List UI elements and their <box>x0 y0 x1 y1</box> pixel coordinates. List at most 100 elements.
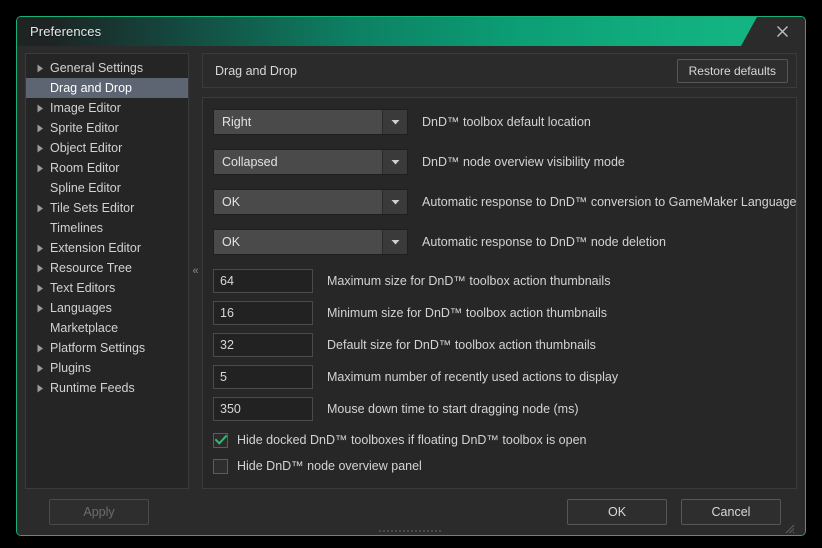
tree-item-label: Timelines <box>48 221 103 235</box>
setting-row-hide-node-overview-panel: Hide DnD™ node overview panel <box>213 455 786 477</box>
tree-item-label: Drag and Drop <box>48 81 132 95</box>
chevron-right-icon[interactable] <box>32 124 48 133</box>
resize-grip-icon[interactable] <box>783 521 795 533</box>
tree-item[interactable]: Tile Sets Editor <box>26 198 188 218</box>
setting-row-gml-conversion-response: OK Automatic response to DnD™ conversion… <box>213 189 786 215</box>
tree-item-drag-and-drop[interactable]: Drag and Drop <box>26 78 188 98</box>
input-mouse-down-time[interactable] <box>213 397 313 421</box>
tree-item-label: Plugins <box>48 361 91 375</box>
setting-row-max-thumbnail-size: Maximum size for DnD™ toolbox action thu… <box>213 269 786 293</box>
dropdown-gml-conversion-response[interactable]: OK <box>213 189 408 215</box>
dropdown-value: OK <box>214 190 382 214</box>
dropdown-toolbox-location[interactable]: Right <box>213 109 408 135</box>
setting-label: Maximum size for DnD™ toolbox action thu… <box>313 274 610 288</box>
tree-item[interactable]: Timelines <box>26 218 188 238</box>
tree-item[interactable]: General Settings <box>26 58 188 78</box>
setting-label: DnD™ node overview visibility mode <box>408 155 625 169</box>
tree-item-label: Languages <box>48 301 112 315</box>
setting-label: Default size for DnD™ toolbox action thu… <box>313 338 596 352</box>
chevron-right-icon[interactable] <box>32 244 48 253</box>
chevron-right-icon[interactable] <box>32 144 48 153</box>
collapse-sidebar-handle[interactable]: « <box>189 53 202 489</box>
chevron-right-icon[interactable] <box>32 104 48 113</box>
chevron-right-icon[interactable] <box>32 304 48 313</box>
close-button[interactable] <box>759 17 805 46</box>
tree-item-label: Runtime Feeds <box>48 381 135 395</box>
settings-category-tree[interactable]: General Settings Drag and Drop Image Edi… <box>25 53 189 489</box>
resize-dots-handle[interactable] <box>379 530 443 534</box>
chevron-down-icon[interactable] <box>382 190 407 214</box>
preferences-window: Preferences General Settings <box>16 16 806 536</box>
check-icon <box>215 435 227 445</box>
tree-item[interactable]: Object Editor <box>26 138 188 158</box>
chevron-right-icon[interactable] <box>32 164 48 173</box>
chevron-right-icon[interactable] <box>32 384 48 393</box>
setting-row-hide-docked-toolboxes: Hide docked DnD™ toolboxes if floating D… <box>213 429 786 451</box>
restore-defaults-button[interactable]: Restore defaults <box>677 59 788 83</box>
pane-header: Drag and Drop Restore defaults <box>202 53 797 88</box>
tree-item[interactable]: Runtime Feeds <box>26 378 188 398</box>
tree-item[interactable]: Spline Editor <box>26 178 188 198</box>
tree-item-label: Platform Settings <box>48 341 145 355</box>
setting-row-min-thumbnail-size: Minimum size for DnD™ toolbox action thu… <box>213 301 786 325</box>
setting-row-recent-actions-count: Maximum number of recently used actions … <box>213 365 786 389</box>
dropdown-node-deletion-response[interactable]: OK <box>213 229 408 255</box>
dialog-footer: Apply OK Cancel <box>25 489 797 535</box>
input-max-thumbnail-size[interactable] <box>213 269 313 293</box>
setting-row-node-overview-visibility: Collapsed DnD™ node overview visibility … <box>213 149 786 175</box>
setting-label: Maximum number of recently used actions … <box>313 370 618 384</box>
tree-item-label: Room Editor <box>48 161 119 175</box>
input-recent-actions-count[interactable] <box>213 365 313 389</box>
setting-label: Automatic response to DnD™ node deletion <box>408 235 666 249</box>
dropdown-node-overview-visibility[interactable]: Collapsed <box>213 149 408 175</box>
input-min-thumbnail-size[interactable] <box>213 301 313 325</box>
tree-item[interactable]: Platform Settings <box>26 338 188 358</box>
setting-label: Minimum size for DnD™ toolbox action thu… <box>313 306 607 320</box>
input-default-thumbnail-size[interactable] <box>213 333 313 357</box>
checkbox-hide-docked-toolboxes[interactable]: Hide docked DnD™ toolboxes if floating D… <box>213 433 587 448</box>
chevron-right-icon[interactable] <box>32 204 48 213</box>
chevron-down-icon[interactable] <box>382 150 407 174</box>
chevron-right-icon[interactable] <box>32 344 48 353</box>
double-chevron-left-icon: « <box>192 265 198 277</box>
apply-button[interactable]: Apply <box>49 499 149 525</box>
page-title: Drag and Drop <box>215 64 297 78</box>
tree-item-label: Extension Editor <box>48 241 141 255</box>
window-body: General Settings Drag and Drop Image Edi… <box>17 46 805 535</box>
setting-label: DnD™ toolbox default location <box>408 115 591 129</box>
checkbox-hide-node-overview-panel[interactable]: Hide DnD™ node overview panel <box>213 459 422 474</box>
dropdown-value: Collapsed <box>214 150 382 174</box>
checkbox-label: Hide DnD™ node overview panel <box>228 459 422 473</box>
ok-button[interactable]: OK <box>567 499 667 525</box>
checkbox-box[interactable] <box>213 459 228 474</box>
tree-item-label: Tile Sets Editor <box>48 201 134 215</box>
setting-label: Automatic response to DnD™ conversion to… <box>408 195 797 209</box>
tree-item[interactable]: Sprite Editor <box>26 118 188 138</box>
tree-item[interactable]: Marketplace <box>26 318 188 338</box>
tree-item[interactable]: Plugins <box>26 358 188 378</box>
close-icon <box>776 25 789 38</box>
tree-item[interactable]: Resource Tree <box>26 258 188 278</box>
tree-item[interactable]: Text Editors <box>26 278 188 298</box>
chevron-down-icon[interactable] <box>382 230 407 254</box>
tree-item-label: Resource Tree <box>48 261 132 275</box>
chevron-right-icon[interactable] <box>32 364 48 373</box>
tree-item[interactable]: Image Editor <box>26 98 188 118</box>
setting-row-node-deletion-response: OK Automatic response to DnD™ node delet… <box>213 229 786 255</box>
content-row: General Settings Drag and Drop Image Edi… <box>25 53 797 489</box>
title-bar[interactable]: Preferences <box>17 17 805 46</box>
chevron-down-icon[interactable] <box>382 110 407 134</box>
setting-label: Mouse down time to start dragging node (… <box>313 402 579 416</box>
cancel-button[interactable]: Cancel <box>681 499 781 525</box>
footer-actions: OK Cancel <box>567 499 789 525</box>
tree-item-label: Marketplace <box>48 321 118 335</box>
tree-item[interactable]: Room Editor <box>26 158 188 178</box>
chevron-right-icon[interactable] <box>32 284 48 293</box>
tree-item[interactable]: Extension Editor <box>26 238 188 258</box>
tree-item[interactable]: Languages <box>26 298 188 318</box>
tree-item-label: General Settings <box>48 61 143 75</box>
checkbox-box[interactable] <box>213 433 228 448</box>
chevron-right-icon[interactable] <box>32 264 48 273</box>
setting-row-mouse-down-time: Mouse down time to start dragging node (… <box>213 397 786 421</box>
chevron-right-icon[interactable] <box>32 64 48 73</box>
